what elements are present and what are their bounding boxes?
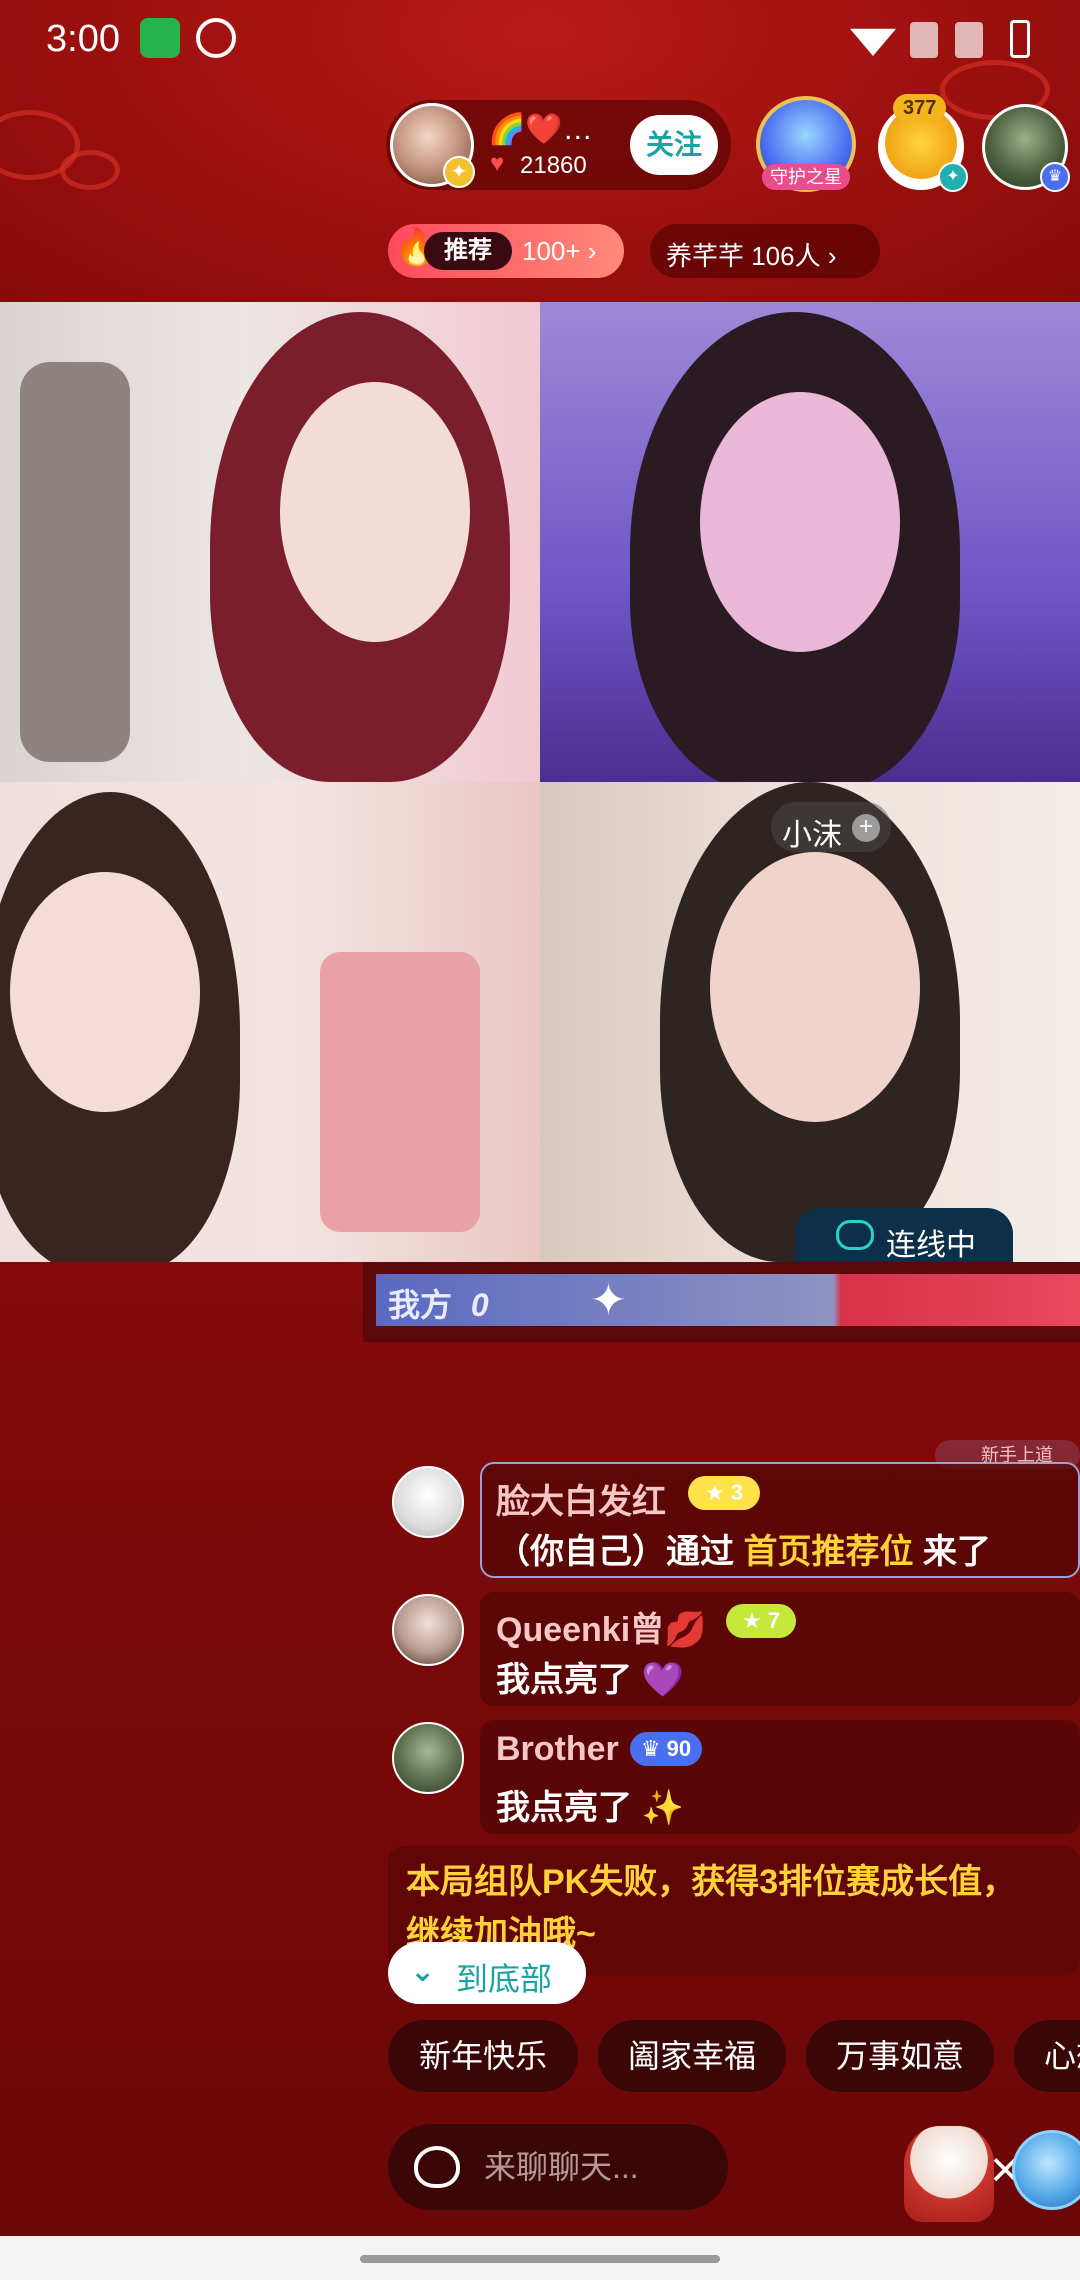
chat-text: 我点亮了 ✨ — [496, 1789, 684, 1827]
quick-reply-chip[interactable]: 万事如意 — [806, 2020, 994, 2092]
wifi-icon — [850, 28, 896, 56]
streamer-video — [700, 392, 900, 652]
chat-username[interactable]: 脸大白发红 — [496, 1474, 666, 1523]
chat-highlight[interactable]: 首页推荐位 — [743, 1533, 913, 1571]
chat-text-part: 来了 — [913, 1533, 991, 1571]
chat-text: （你自己）通过 首页推荐位 来了 — [496, 1524, 991, 1573]
video-tile-4[interactable] — [540, 782, 1080, 1262]
status-time: 3:00 — [46, 18, 120, 60]
activity-orb-icon[interactable] — [1012, 2130, 1080, 2210]
user-level-badge: ★ 3 — [688, 1476, 760, 1510]
chat-text-part: （你自己）通过 — [496, 1533, 744, 1571]
chat-username[interactable]: Queenki曾💋 — [496, 1602, 707, 1651]
no-sim-icon — [910, 22, 938, 58]
user-level-badge: ♛ 90 — [630, 1732, 702, 1766]
user-level-badge: ★ 7 — [726, 1604, 796, 1638]
plush-toys — [320, 952, 480, 1232]
streamer-video — [10, 872, 200, 1112]
guard-label: 守护之星 — [762, 164, 850, 190]
streamer-video — [20, 362, 130, 762]
video-tile-2[interactable] — [540, 302, 1080, 782]
guest-name: 小沫 — [782, 819, 842, 852]
fan-club-text: 养芊芊 106人 › — [666, 241, 837, 271]
link-icon — [836, 1220, 874, 1250]
pk-our-side: 我方 0 — [388, 1280, 489, 1326]
follow-button[interactable]: 关注 — [630, 115, 718, 175]
quick-reply-label: 心想事成 — [1044, 2038, 1080, 2074]
host-level-icon: ✦ — [443, 156, 475, 188]
recommend-tag: 推荐 — [424, 232, 512, 270]
recommend-count: 100+ › — [522, 236, 597, 266]
chevron-down-icon: ⌄ — [410, 1955, 436, 1988]
rabbit-gift-icon[interactable] — [904, 2126, 994, 2222]
chat-avatar[interactable] — [392, 1594, 464, 1666]
live-room: 3:00 ✦ 🌈❤️… ♥ 21860 关注 守护之星 377 ✦ ♛ 🔥 推荐… — [0, 0, 1080, 2280]
host-name: 🌈❤️… — [488, 113, 593, 146]
scroll-to-bottom-label: 到底部 — [456, 1961, 553, 1997]
pk-label: 我方 — [388, 1287, 453, 1323]
sparkle-icon: ✦ — [590, 1276, 627, 1325]
video-tile-3[interactable] — [0, 782, 540, 1262]
add-icon[interactable]: + — [852, 814, 880, 842]
chat-avatar[interactable] — [392, 1466, 464, 1538]
cloud-decoration — [60, 150, 120, 190]
quick-reply-chip[interactable]: 阖家幸福 — [598, 2020, 786, 2092]
vpn-icon — [196, 18, 236, 58]
viewer-count-badge: 377 — [893, 94, 947, 122]
heart-icon: ♥ — [490, 150, 505, 177]
linking-label: 连线中 — [886, 1229, 976, 1262]
battery-icon — [1010, 20, 1030, 58]
chat-avatar[interactable] — [392, 1722, 464, 1794]
quick-reply-chip[interactable]: 新年快乐 — [388, 2020, 578, 2092]
quick-reply-chip[interactable]: 心想事成 — [1014, 2020, 1080, 2092]
mascot-icon[interactable] — [414, 2146, 460, 2188]
streamer-video — [280, 382, 470, 642]
crown-icon: ♛ — [1040, 162, 1070, 192]
chat-username[interactable]: Brother — [496, 1730, 619, 1769]
no-sim-icon — [955, 22, 983, 58]
video-tile-1[interactable] — [0, 302, 540, 782]
chat-text: 我点亮了 💜 — [496, 1661, 684, 1699]
home-indicator[interactable] — [360, 2255, 720, 2263]
pk-score: 0 — [470, 1287, 489, 1323]
viewer-level-icon: ✦ — [938, 162, 968, 192]
status-bar: 3:00 — [0, 0, 1080, 80]
host-like-count: 21860 — [520, 152, 587, 179]
app-store-icon — [140, 18, 180, 58]
streamer-video — [710, 852, 920, 1122]
chat-input[interactable] — [484, 2142, 714, 2192]
